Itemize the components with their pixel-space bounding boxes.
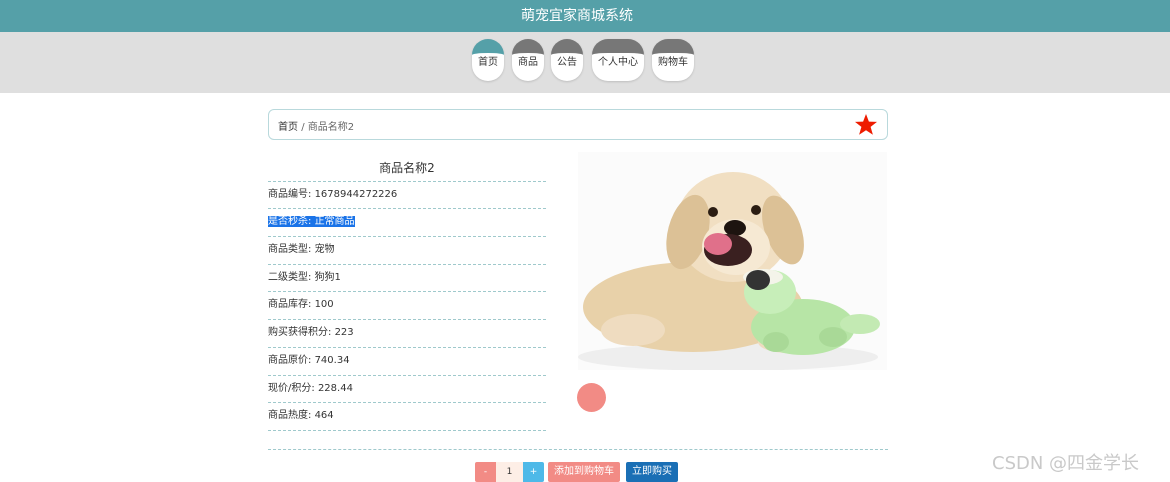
- app-title: 萌宠宜家商城系统: [521, 8, 633, 24]
- field-value: 100: [314, 299, 334, 310]
- field-value: 740.34: [314, 355, 350, 366]
- field-label: 现价/积分:: [268, 383, 315, 394]
- breadcrumb-separator: /: [301, 122, 305, 133]
- nav-item-products[interactable]: 商品: [512, 39, 544, 81]
- info-divider: [268, 430, 546, 431]
- field-label: 商品编号:: [268, 189, 312, 200]
- nav-item-profile[interactable]: 个人中心: [592, 39, 644, 81]
- cursor-highlight: [577, 383, 606, 412]
- star-icon[interactable]: [854, 113, 878, 137]
- product-title: 商品名称2: [379, 161, 435, 175]
- nav-bar: 首页 商品 公告 个人中心 购物车: [0, 32, 1170, 93]
- field-label: 商品热度:: [268, 410, 312, 421]
- info-row-original-price: 商品原价: 740.34: [268, 347, 546, 374]
- info-row-stock: 商品库存: 100: [268, 291, 546, 318]
- info-row-popularity: 商品热度: 464: [268, 402, 546, 429]
- nav-item-cart[interactable]: 购物车: [652, 39, 694, 81]
- field-value: 1678944272226: [314, 189, 398, 200]
- breadcrumb: 首页 / 商品名称2: [278, 118, 354, 133]
- nav-item-home[interactable]: 首页: [472, 39, 504, 81]
- field-value: 464: [314, 410, 334, 421]
- breadcrumb-home[interactable]: 首页: [278, 122, 298, 133]
- actions-divider: [268, 449, 888, 450]
- info-row-subtype: 二级类型: 狗狗1: [268, 264, 546, 291]
- field-label: 商品类型:: [268, 244, 312, 255]
- info-row-type: 商品类型: 宠物: [268, 236, 546, 263]
- breadcrumb-current: 商品名称2: [307, 122, 355, 133]
- field-label: 二级类型:: [268, 272, 312, 283]
- buy-now-button[interactable]: 立即购买: [626, 462, 678, 482]
- field-value: 正常商品: [314, 216, 355, 227]
- field-value: 狗狗1: [314, 272, 341, 283]
- product-image: [578, 152, 887, 370]
- field-label: 购买获得积分:: [268, 327, 332, 338]
- field-value: 228.44: [317, 383, 353, 394]
- info-row-flash-sale: 是否秒杀: 正常商品: [268, 208, 546, 235]
- info-row-id: 商品编号: 1678944272226: [268, 181, 546, 208]
- field-label: 商品库存:: [268, 299, 312, 310]
- field-value: 宠物: [314, 244, 335, 255]
- quantity-input[interactable]: 1: [496, 462, 523, 482]
- field-label: 商品原价:: [268, 355, 312, 366]
- field-label: 是否秒杀:: [268, 216, 312, 227]
- info-row-current-price: 现价/积分: 228.44: [268, 375, 546, 402]
- info-row-points: 购买获得积分: 223: [268, 319, 546, 346]
- quantity-plus-button[interactable]: +: [523, 462, 544, 482]
- quantity-minus-button[interactable]: -: [475, 462, 496, 482]
- breadcrumb-bar: 首页 / 商品名称2: [268, 109, 888, 140]
- nav-item-notices[interactable]: 公告: [551, 39, 583, 81]
- field-value: 223: [334, 327, 354, 338]
- watermark: CSDN @四金学长: [992, 453, 1140, 474]
- add-to-cart-button[interactable]: 添加到购物车: [548, 462, 620, 482]
- app-header: 萌宠宜家商城系统: [0, 0, 1170, 32]
